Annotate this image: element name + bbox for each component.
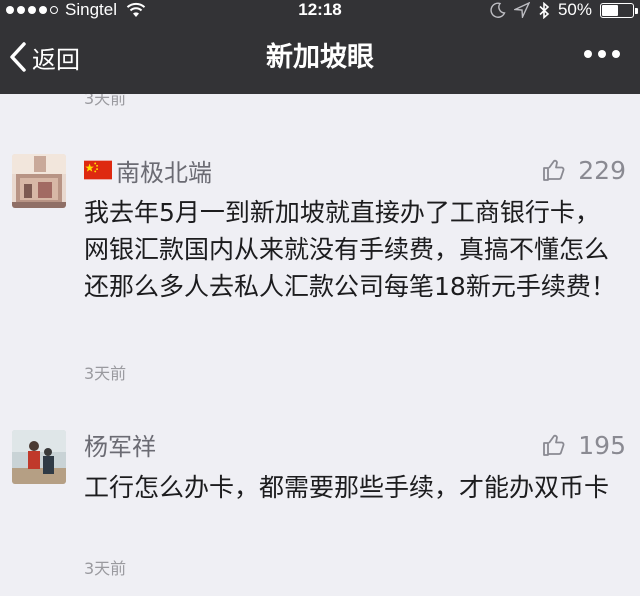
battery-icon	[600, 2, 638, 18]
navigation-bar: 返回 新加坡眼	[0, 20, 640, 94]
previous-comment-time: 3天前	[84, 94, 127, 108]
page-title: 新加坡眼	[266, 42, 374, 73]
like-button[interactable]: 229	[542, 154, 626, 186]
like-count: 195	[578, 430, 626, 460]
status-right: 50%	[490, 0, 638, 20]
comment-author[interactable]: 南极北端	[84, 154, 212, 187]
comment-author[interactable]: 杨军祥	[84, 428, 156, 461]
more-icon	[584, 50, 592, 58]
location-icon	[513, 2, 530, 18]
more-button[interactable]	[584, 50, 620, 58]
author-name: 杨军祥	[84, 432, 156, 461]
china-flag-icon	[84, 160, 112, 180]
thumbs-up-icon	[543, 434, 565, 456]
comment-time: 3天前	[84, 364, 127, 383]
more-icon	[612, 50, 620, 58]
moon-icon	[490, 2, 506, 18]
comment-text: 我去年5月一到新加坡就直接办了工商银行卡，网银汇款国内从来就没有手续费，真搞不懂…	[84, 198, 616, 301]
bluetooth-icon	[539, 1, 550, 19]
avatar-image	[12, 430, 66, 484]
comment-list[interactable]: 3天前 南极北端 229 我去年5月一到新加坡就直接办了工商银行卡，网银汇款国内…	[0, 94, 640, 596]
comment-text: 工行怎么办卡，都需要那些手续，才能办双币卡	[84, 473, 610, 502]
avatar-image	[12, 154, 66, 208]
thumbs-up-icon	[543, 159, 565, 181]
more-icon	[598, 50, 606, 58]
like-button[interactable]: 195	[542, 429, 626, 461]
like-count: 229	[578, 155, 626, 185]
battery-fill	[602, 4, 618, 16]
author-name: 南极北端	[116, 158, 212, 187]
battery-percent: 50%	[557, 0, 592, 19]
avatar[interactable]	[12, 430, 66, 484]
status-bar: Singtel 12:18 50%	[0, 0, 640, 20]
comment-time: 3天前	[84, 559, 127, 578]
avatar[interactable]	[12, 154, 66, 208]
battery-cap	[635, 7, 638, 14]
